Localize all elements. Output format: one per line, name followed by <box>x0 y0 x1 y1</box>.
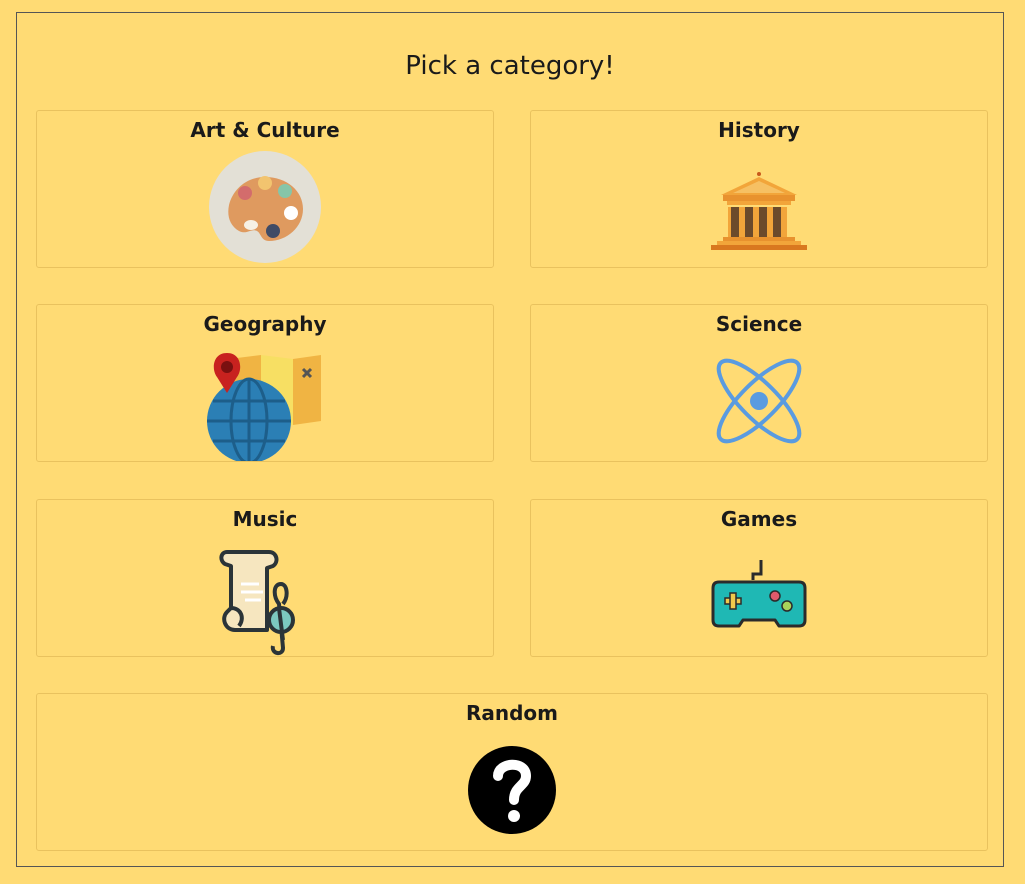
category-card-music[interactable]: Music <box>36 499 494 657</box>
category-card-science[interactable]: Science <box>530 304 988 462</box>
atom-icon <box>701 345 817 461</box>
category-card-geography[interactable]: Geography <box>36 304 494 462</box>
category-card-art-culture[interactable]: Art & Culture <box>36 110 494 268</box>
category-card-history[interactable]: History <box>530 110 988 268</box>
category-picker-panel: Pick a category! Art & Culture History G… <box>16 12 1004 867</box>
category-label: Games <box>720 507 798 531</box>
category-card-random[interactable]: Random <box>36 693 988 851</box>
category-label: Geography <box>203 312 327 336</box>
category-label: Art & Culture <box>190 118 340 142</box>
music-scroll-icon <box>207 540 323 656</box>
page-title: Pick a category! <box>405 51 615 81</box>
question-mark-icon <box>454 734 570 850</box>
category-label: Music <box>232 507 298 531</box>
museum-building-icon <box>701 151 817 267</box>
gamepad-icon <box>701 540 817 656</box>
category-label: Science <box>715 312 803 336</box>
globe-map-icon <box>207 345 323 461</box>
palette-icon <box>207 151 323 267</box>
category-label: Random <box>465 701 559 725</box>
category-label: History <box>718 118 800 142</box>
category-card-games[interactable]: Games <box>530 499 988 657</box>
